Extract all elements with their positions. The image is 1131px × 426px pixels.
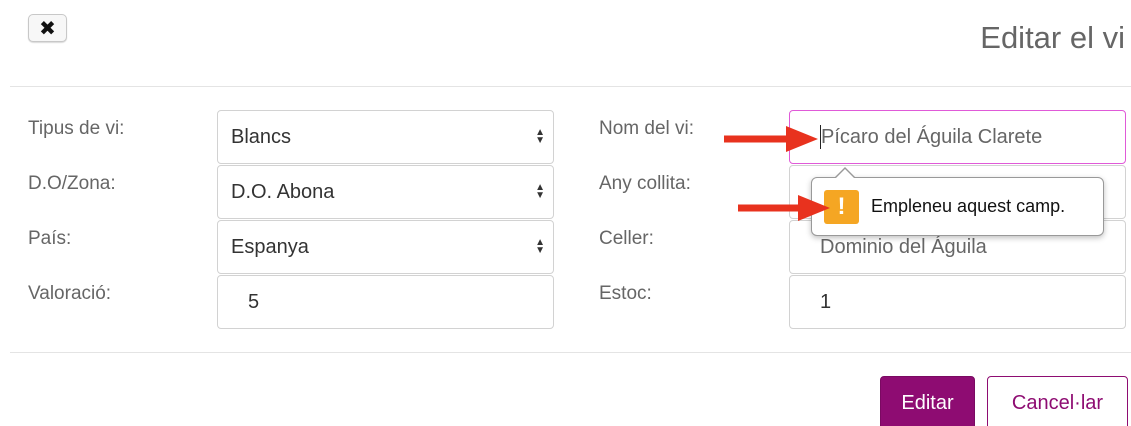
wine-name-value: Pícaro del Águila Clarete bbox=[821, 125, 1043, 148]
cancel-button[interactable]: Cancel·lar bbox=[987, 376, 1128, 426]
do-zone-select[interactable]: D.O. Abona ▲ ▼ bbox=[217, 165, 554, 219]
stock-value: 1 bbox=[820, 290, 832, 313]
select-arrows-icon: ▲ ▼ bbox=[535, 127, 545, 146]
footer-divider bbox=[10, 352, 1131, 353]
stock-input[interactable]: 1 bbox=[789, 275, 1126, 329]
wine-type-label: Tipus de vi: bbox=[28, 118, 125, 139]
select-arrows-icon: ▲ ▼ bbox=[535, 182, 545, 201]
country-value: Espanya bbox=[231, 235, 309, 258]
stock-label: Estoc: bbox=[599, 283, 652, 304]
page-title: Editar el vi bbox=[980, 20, 1125, 55]
wine-name-label: Nom del vi: bbox=[599, 118, 695, 139]
rating-value: 5 bbox=[248, 290, 260, 313]
wine-name-input[interactable]: Pícaro del Águila Clarete bbox=[789, 110, 1126, 164]
close-button[interactable]: ✖ bbox=[28, 14, 67, 42]
validation-tooltip: ! Empleneu aquest camp. bbox=[811, 167, 1104, 236]
wine-type-select[interactable]: Blancs ▲ ▼ bbox=[217, 110, 554, 164]
close-icon: ✖ bbox=[39, 17, 56, 40]
annotation-arrow-icon bbox=[724, 126, 818, 152]
submit-edit-button[interactable]: Editar bbox=[880, 376, 975, 426]
country-label: País: bbox=[28, 228, 72, 249]
country-select[interactable]: Espanya ▲ ▼ bbox=[217, 220, 554, 274]
rating-input[interactable]: 5 bbox=[217, 275, 554, 329]
header-divider bbox=[10, 86, 1131, 87]
validation-message: Empleneu aquest camp. bbox=[871, 196, 1066, 216]
wine-type-value: Blancs bbox=[231, 125, 292, 148]
do-zone-value: D.O. Abona bbox=[231, 180, 335, 203]
harvest-year-label: Any collita: bbox=[599, 173, 691, 194]
rating-label: Valoració: bbox=[28, 283, 112, 304]
winery-value: Dominio del Águila bbox=[820, 235, 987, 258]
select-arrows-icon: ▲ ▼ bbox=[535, 237, 545, 256]
annotation-arrow-icon bbox=[738, 195, 830, 221]
winery-label: Celler: bbox=[599, 228, 654, 249]
do-zone-label: D.O/Zona: bbox=[28, 173, 116, 194]
